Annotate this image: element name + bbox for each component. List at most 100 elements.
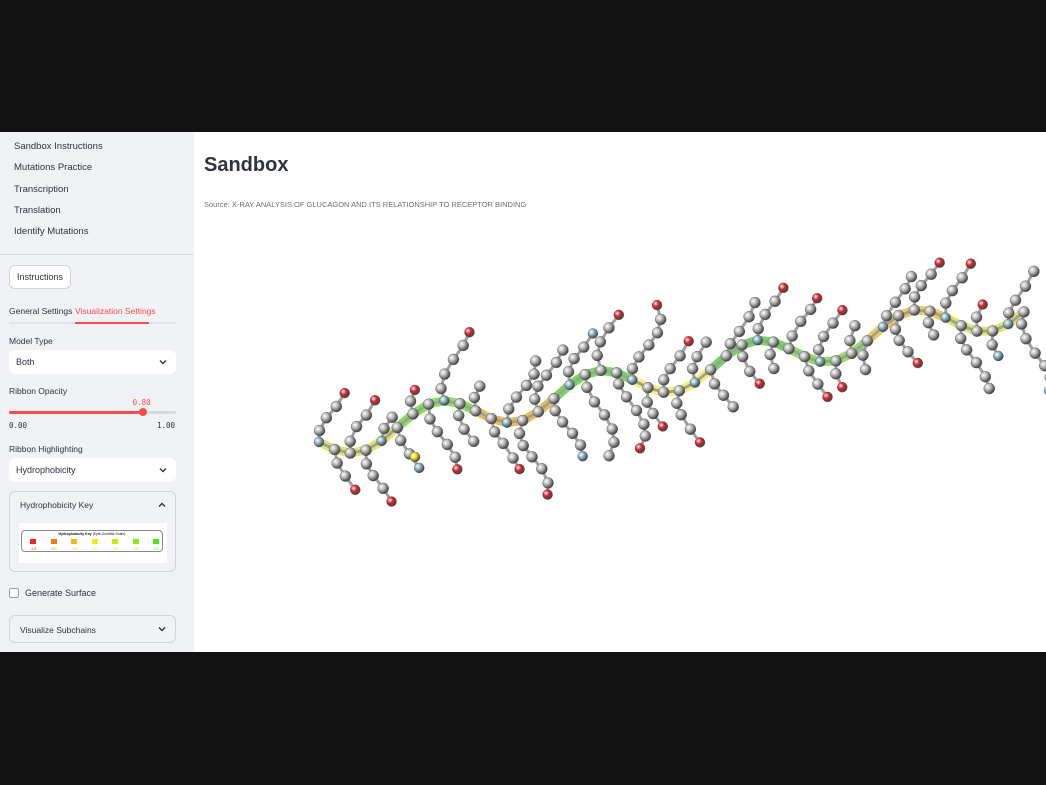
atom xyxy=(674,350,686,362)
atom xyxy=(925,268,937,280)
atom xyxy=(892,309,905,322)
atom xyxy=(474,380,486,392)
atom xyxy=(849,320,861,332)
atom xyxy=(517,439,529,452)
atom xyxy=(861,335,874,347)
atom xyxy=(514,463,525,475)
atom xyxy=(752,322,764,335)
atom xyxy=(845,347,858,360)
key-swatch-label: 0.0 xyxy=(92,547,97,551)
atom xyxy=(658,374,670,386)
nav-sandbox-instructions[interactable]: Sandbox Instructions xyxy=(0,136,194,157)
atom xyxy=(407,408,419,420)
atom xyxy=(934,257,945,268)
atom xyxy=(979,371,992,383)
visualize-subchains-expander[interactable]: Visualize Subchains xyxy=(9,615,176,643)
ribbon-opacity-label: Ribbon Opacity xyxy=(9,386,68,396)
model-type-label: Model Type xyxy=(9,336,53,346)
atom xyxy=(912,357,924,369)
atom xyxy=(328,443,341,456)
atom xyxy=(439,395,450,406)
atom xyxy=(540,369,553,381)
atom xyxy=(724,338,737,350)
atom xyxy=(453,409,465,422)
atom xyxy=(1020,333,1032,345)
atom xyxy=(469,405,482,417)
sidebar-divider xyxy=(0,254,194,256)
tab-visualization-settings[interactable]: Visualization Settings xyxy=(75,306,156,316)
chevron-up-icon[interactable] xyxy=(157,500,167,510)
atom xyxy=(908,291,921,303)
nav-translation[interactable]: Translation xyxy=(0,200,194,221)
atom xyxy=(391,421,404,434)
key-swatch-label: 1.5 xyxy=(112,547,118,551)
ribbon-opacity-value: 0.80 xyxy=(132,398,151,407)
atom xyxy=(844,334,856,347)
ribbon-opacity-slider[interactable] xyxy=(9,408,176,416)
atom xyxy=(513,427,526,440)
atom xyxy=(970,311,983,323)
atom xyxy=(965,258,977,269)
atom xyxy=(606,423,618,435)
atom xyxy=(610,367,623,379)
key-swatch-label: 3.0 xyxy=(133,547,138,551)
chevron-down-icon xyxy=(159,468,167,473)
atom xyxy=(783,343,795,355)
atom xyxy=(577,451,588,462)
nav-identify-mutations[interactable]: Identify Mutations xyxy=(0,221,194,242)
atom xyxy=(924,305,936,317)
key-swatch xyxy=(71,539,77,544)
atom xyxy=(837,304,848,316)
atom xyxy=(752,334,763,346)
slider-min-label: 0.00 xyxy=(9,421,28,430)
atom xyxy=(594,336,607,348)
slider-thumb[interactable] xyxy=(138,408,147,416)
app-window: Sandbox Instructions Mutations Practice … xyxy=(0,132,1046,652)
atom xyxy=(595,364,607,377)
atom xyxy=(350,420,363,433)
atom xyxy=(657,386,670,398)
atom xyxy=(684,423,697,435)
tab-general-settings[interactable]: General Settings xyxy=(9,306,72,316)
atom xyxy=(827,317,839,329)
key-legend-title-rest: (Kyte-Doolittle Scale) xyxy=(92,532,126,536)
atom xyxy=(360,458,373,470)
atom xyxy=(922,316,935,329)
atom xyxy=(764,348,776,361)
atom xyxy=(435,382,447,395)
atom xyxy=(532,380,544,392)
atom xyxy=(1003,307,1015,319)
atom xyxy=(737,350,749,363)
atom xyxy=(955,319,968,332)
chevron-down-icon xyxy=(159,360,167,365)
model-type-select[interactable]: Both xyxy=(9,350,176,374)
molecule-viewer[interactable] xyxy=(194,242,1046,652)
atom xyxy=(804,303,817,316)
atom xyxy=(638,418,650,430)
generate-surface-checkbox[interactable] xyxy=(9,588,19,598)
atom xyxy=(409,384,421,396)
nav-transcription[interactable]: Transcription xyxy=(0,179,194,200)
atom xyxy=(673,385,686,397)
key-swatch xyxy=(112,539,118,544)
atom xyxy=(671,397,683,409)
atom xyxy=(566,427,579,440)
source-caption: Source: X-RAY ANALYSIS OF GLUCAGON AND I… xyxy=(204,200,527,209)
atom xyxy=(641,396,653,408)
atom xyxy=(528,368,540,380)
atom xyxy=(720,350,733,362)
atom xyxy=(414,462,425,474)
atom xyxy=(902,346,914,358)
atom xyxy=(588,396,601,408)
key-swatch-label: -1.5 xyxy=(70,547,78,551)
hydrophobicity-key-title[interactable]: Hydrophobicity Key xyxy=(20,500,93,510)
nav-mutations-practice[interactable]: Mutations Practice xyxy=(0,157,194,178)
atom xyxy=(657,421,669,432)
atom xyxy=(409,451,421,463)
atom xyxy=(767,336,780,348)
atom xyxy=(633,351,645,363)
atom xyxy=(812,293,823,304)
ribbon-highlighting-label: Ribbon Highlighting xyxy=(9,444,83,454)
instructions-button[interactable]: Instructions xyxy=(9,265,71,289)
ribbon-highlighting-select[interactable]: Hydrophobicity xyxy=(9,458,176,482)
